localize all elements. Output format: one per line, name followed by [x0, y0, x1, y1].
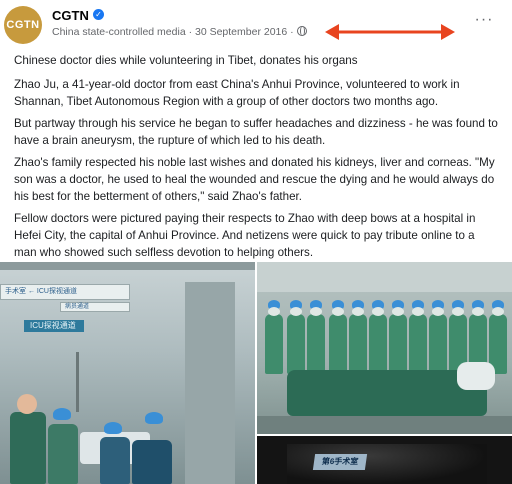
photo-pillow — [457, 362, 495, 390]
photo-doctor-mask — [290, 307, 302, 316]
verified-badge-icon: ✓ — [93, 9, 104, 20]
post-body: Chinese doctor dies while volunteering i… — [14, 52, 500, 266]
photo-plaque-text: 第6手术室 — [312, 454, 368, 470]
post-paragraph-4: Fellow doctors were pictured paying thei… — [14, 212, 476, 259]
photo-doctor — [307, 314, 325, 374]
post-meta-text: China state-controlled media · 30 Septem… — [52, 26, 294, 38]
photo-doctor — [409, 314, 427, 374]
photo-doctor-mask — [332, 307, 344, 316]
photo-doctor-mask — [452, 307, 464, 316]
photo-doctor-mask — [492, 307, 504, 316]
photo-iv-stand — [76, 352, 79, 412]
photo-person — [100, 437, 130, 484]
photo-doctor — [329, 314, 347, 374]
photo-person-head — [17, 394, 37, 414]
photo-doctor-mask — [352, 307, 364, 316]
photo-person — [48, 424, 78, 484]
page-name-link[interactable]: CGTN — [52, 8, 89, 23]
post-paragraph-3: Zhao's family respected his noble last w… — [14, 156, 495, 203]
photo-doctor-mask — [432, 307, 444, 316]
globe-icon[interactable] — [296, 26, 307, 36]
post-headline: Chinese doctor dies while volunteering i… — [14, 54, 358, 67]
photo-doctor-mask — [412, 307, 424, 316]
photo-doctor-mask — [310, 307, 322, 316]
photo-doctor-mask — [268, 307, 280, 316]
photo-hospital-corridor[interactable]: 手术室 ← ICU探视通道 病员通道 ICU探视通道 — [0, 262, 255, 484]
photo-person-cap — [53, 408, 71, 420]
photo-sign-patient: 病员通道 — [60, 302, 130, 312]
photo-person-cap — [145, 412, 163, 424]
photo-doctor-mask — [472, 307, 484, 316]
post-meta: China state-controlled media · 30 Septem… — [52, 26, 307, 38]
photo-person-cap — [104, 422, 122, 434]
photo-doctor — [265, 314, 283, 374]
photo-doctors-bowing[interactable] — [257, 262, 512, 434]
photo-doctor — [349, 314, 367, 374]
photo-doctor — [429, 314, 447, 374]
photo-sign-directions: 手术室 ← ICU探视通道 — [0, 284, 130, 300]
post-paragraph-2: But partway through his service he began… — [14, 117, 498, 147]
photo-doorframe — [185, 282, 235, 484]
photo-doctor — [389, 314, 407, 374]
photo-doctor — [369, 314, 387, 374]
photo-operating-room-plaque[interactable]: 第6手术室 — [257, 436, 512, 484]
more-options-icon[interactable]: ··· — [472, 10, 496, 34]
page-avatar[interactable]: CGTN — [4, 6, 42, 44]
post-header: CGTN CGTN ✓ China state-controlled media… — [0, 0, 512, 44]
photo-doctor-mask — [392, 307, 404, 316]
photo-doctor — [287, 314, 305, 374]
photo-person — [132, 440, 172, 484]
photo-person — [10, 412, 46, 484]
photo-doctor-mask — [372, 307, 384, 316]
double-headed-arrow-icon — [325, 24, 455, 40]
post-paragraph-1: Zhao Ju, a 41-year-old doctor from east … — [14, 78, 460, 108]
photo-sign-icu: ICU探视通道 — [24, 320, 84, 332]
